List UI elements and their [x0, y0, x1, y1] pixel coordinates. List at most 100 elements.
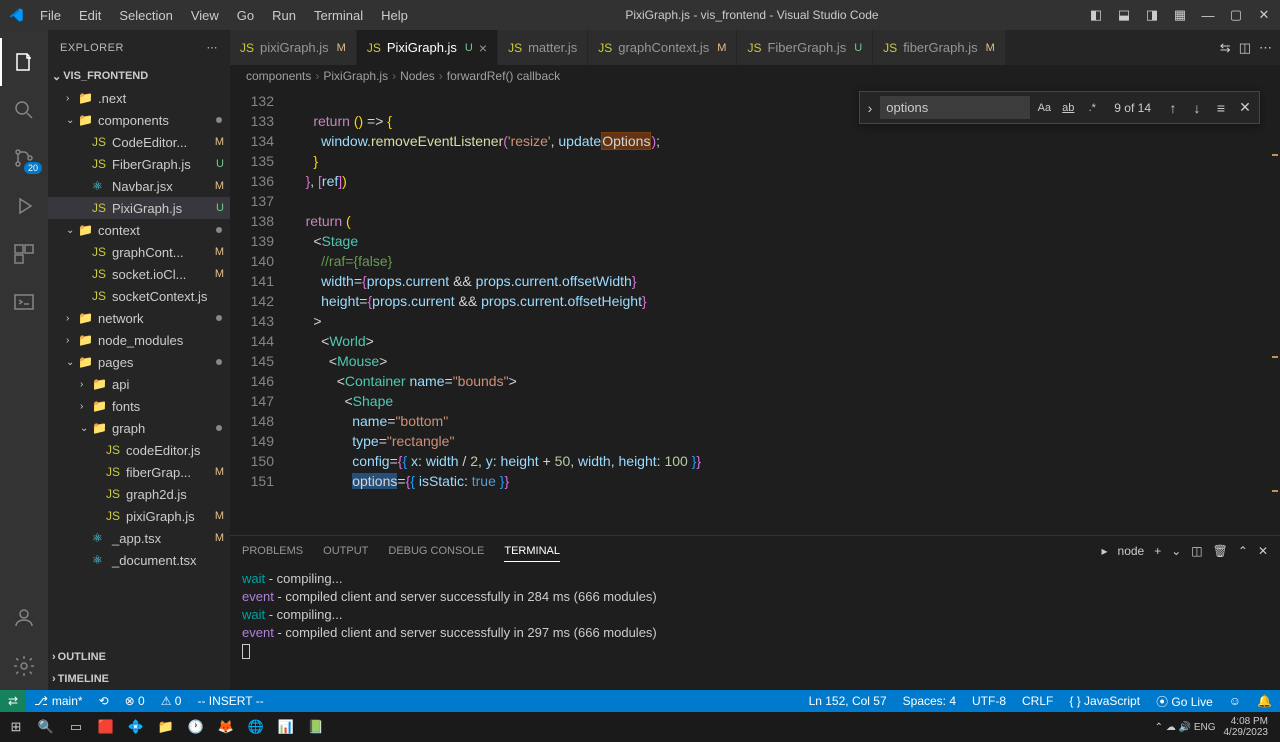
find-filter-icon[interactable]: ≡ — [1211, 98, 1231, 118]
match-case-icon[interactable]: Aa — [1034, 98, 1054, 118]
menu-selection[interactable]: Selection — [111, 4, 180, 27]
source-control-icon[interactable]: 20 — [0, 134, 48, 182]
timeline-section[interactable]: ›TIMELINE — [48, 668, 230, 690]
tree-item[interactable]: ⚛Navbar.jsxM — [48, 175, 230, 197]
debug-icon[interactable] — [0, 182, 48, 230]
app2-icon[interactable]: 📊 — [274, 715, 298, 739]
tree-item[interactable]: JScodeEditor.js — [48, 439, 230, 461]
find-next-icon[interactable]: ↓ — [1187, 98, 1207, 118]
account-icon[interactable] — [0, 594, 48, 642]
editor-tab[interactable]: JSpixiGraph.jsM — [230, 30, 357, 65]
menu-edit[interactable]: Edit — [71, 4, 109, 27]
clock-icon[interactable]: 🕐 — [184, 715, 208, 739]
editor-tab[interactable]: JSgraphContext.jsM — [588, 30, 737, 65]
menu-terminal[interactable]: Terminal — [306, 4, 371, 27]
panel-left-icon[interactable]: ◧ — [1088, 7, 1104, 23]
panel-tab-problems[interactable]: PROBLEMS — [242, 541, 303, 561]
menu-file[interactable]: File — [32, 4, 69, 27]
problems-warnings[interactable]: ⚠ 0 — [153, 690, 190, 712]
terminal-output[interactable]: wait - compiling...event - compiled clie… — [230, 566, 1280, 690]
panel-close-icon[interactable]: ✕ — [1258, 544, 1268, 558]
tree-item[interactable]: JSPixiGraph.jsU — [48, 197, 230, 219]
maximize-icon[interactable]: ▢ — [1228, 7, 1244, 23]
kill-terminal-icon[interactable]: 🗑 — [1213, 544, 1228, 558]
tree-item[interactable]: JSfiberGrap...M — [48, 461, 230, 483]
breadcrumb-item[interactable]: forwardRef() callback — [447, 69, 560, 83]
tree-item[interactable]: ›📁.next — [48, 87, 230, 109]
panel-tab-output[interactable]: OUTPUT — [323, 541, 368, 561]
tree-item[interactable]: JSgraph2d.js — [48, 483, 230, 505]
problems-errors[interactable]: ⊗ 0 — [117, 690, 153, 712]
breadcrumb-item[interactable]: components — [246, 69, 311, 83]
explorer-taskbar-icon[interactable]: 📁 — [154, 715, 178, 739]
taskview-icon[interactable]: ▭ — [64, 715, 88, 739]
terminal-shell-icon[interactable]: ▸ — [1101, 544, 1107, 558]
menu-run[interactable]: Run — [264, 4, 304, 27]
extensions-icon[interactable] — [0, 230, 48, 278]
remote-indicator[interactable]: ⇄ — [0, 690, 26, 712]
breadcrumb-item[interactable]: PixiGraph.js — [323, 69, 388, 83]
app3-icon[interactable]: 📗 — [304, 715, 328, 739]
tree-item[interactable]: ⚛_app.tsxM — [48, 527, 230, 549]
vscode-taskbar-icon[interactable]: 💠 — [124, 715, 148, 739]
menu-go[interactable]: Go — [229, 4, 262, 27]
layout-icon[interactable]: ▦ — [1172, 7, 1188, 23]
tab-close-icon[interactable]: × — [479, 40, 487, 56]
regex-icon[interactable]: .* — [1082, 98, 1102, 118]
editor-tab[interactable]: JSFiberGraph.jsU — [737, 30, 873, 65]
panel-right-icon[interactable]: ◨ — [1144, 7, 1160, 23]
panel-bottom-icon[interactable]: ⬓ — [1116, 7, 1132, 23]
tree-item[interactable]: JSCodeEditor...M — [48, 131, 230, 153]
tree-item[interactable]: JSpixiGraph.jsM — [48, 505, 230, 527]
explorer-icon[interactable] — [0, 38, 48, 86]
tree-item[interactable]: ›📁network — [48, 307, 230, 329]
notifications-icon[interactable]: 🔔 — [1249, 690, 1280, 712]
find-prev-icon[interactable]: ↑ — [1163, 98, 1183, 118]
settings-icon[interactable] — [0, 642, 48, 690]
eol-info[interactable]: CRLF — [1014, 690, 1061, 712]
tray-icons[interactable]: ⌃ ☁ 🔊 ENG — [1155, 722, 1216, 733]
more-actions-icon[interactable]: ⋯ — [1259, 40, 1272, 56]
tree-item[interactable]: ⚛_document.tsx — [48, 549, 230, 571]
split-editor-icon[interactable]: ◫ — [1239, 40, 1251, 56]
panel-tab-terminal[interactable]: TERMINAL — [504, 541, 560, 562]
new-terminal-icon[interactable]: + — [1154, 544, 1161, 558]
feedback-icon[interactable]: ☺ — [1221, 690, 1249, 712]
indent-info[interactable]: Spaces: 4 — [895, 690, 964, 712]
tree-item[interactable]: JSgraphCont...M — [48, 241, 230, 263]
cursor-position[interactable]: Ln 152, Col 57 — [801, 690, 895, 712]
breadcrumb-item[interactable]: Nodes — [400, 69, 435, 83]
panel-up-icon[interactable]: ⌃ — [1238, 544, 1248, 558]
code-editor[interactable]: 1321331341351361371381391401411421431441… — [230, 87, 1280, 535]
find-input[interactable] — [880, 96, 1030, 119]
tree-item[interactable]: ⌄📁context — [48, 219, 230, 241]
tree-item[interactable]: JSsocketContext.js — [48, 285, 230, 307]
tree-item[interactable]: JSFiberGraph.jsU — [48, 153, 230, 175]
tree-item[interactable]: ⌄📁pages — [48, 351, 230, 373]
editor-tab[interactable]: JSfiberGraph.jsM — [873, 30, 1006, 65]
editor-tab[interactable]: JSmatter.js — [498, 30, 588, 65]
find-close-icon[interactable]: ✕ — [1235, 98, 1255, 118]
tree-item[interactable]: ›📁fonts — [48, 395, 230, 417]
close-icon[interactable]: ✕ — [1256, 7, 1272, 23]
tree-item[interactable]: JSsocket.ioCl...M — [48, 263, 230, 285]
menu-view[interactable]: View — [183, 4, 227, 27]
language-mode[interactable]: { } JavaScript — [1061, 690, 1148, 712]
folder-section[interactable]: ⌄VIS_FRONTEND — [48, 65, 230, 87]
terminal-shell-label[interactable]: node — [1118, 544, 1145, 558]
terminal-activity-icon[interactable] — [0, 278, 48, 326]
more-icon[interactable]: ⋯ — [207, 41, 219, 54]
terminal-dropdown-icon[interactable]: ⌄ — [1171, 544, 1181, 558]
outline-section[interactable]: ›OUTLINE — [48, 646, 230, 668]
search-icon[interactable] — [0, 86, 48, 134]
tree-item[interactable]: ›📁node_modules — [48, 329, 230, 351]
minimap[interactable] — [1266, 87, 1280, 535]
app-icon[interactable]: 🟥 — [94, 715, 118, 739]
go-live[interactable]: ⦿ Go Live — [1148, 690, 1221, 712]
start-icon[interactable]: ⊞ — [4, 715, 28, 739]
tree-item[interactable]: ⌄📁graph — [48, 417, 230, 439]
git-sync[interactable]: ⟲ — [91, 690, 117, 712]
minimize-icon[interactable]: — — [1200, 7, 1216, 23]
chrome-icon[interactable]: 🌐 — [244, 715, 268, 739]
whole-word-icon[interactable]: ab — [1058, 98, 1078, 118]
